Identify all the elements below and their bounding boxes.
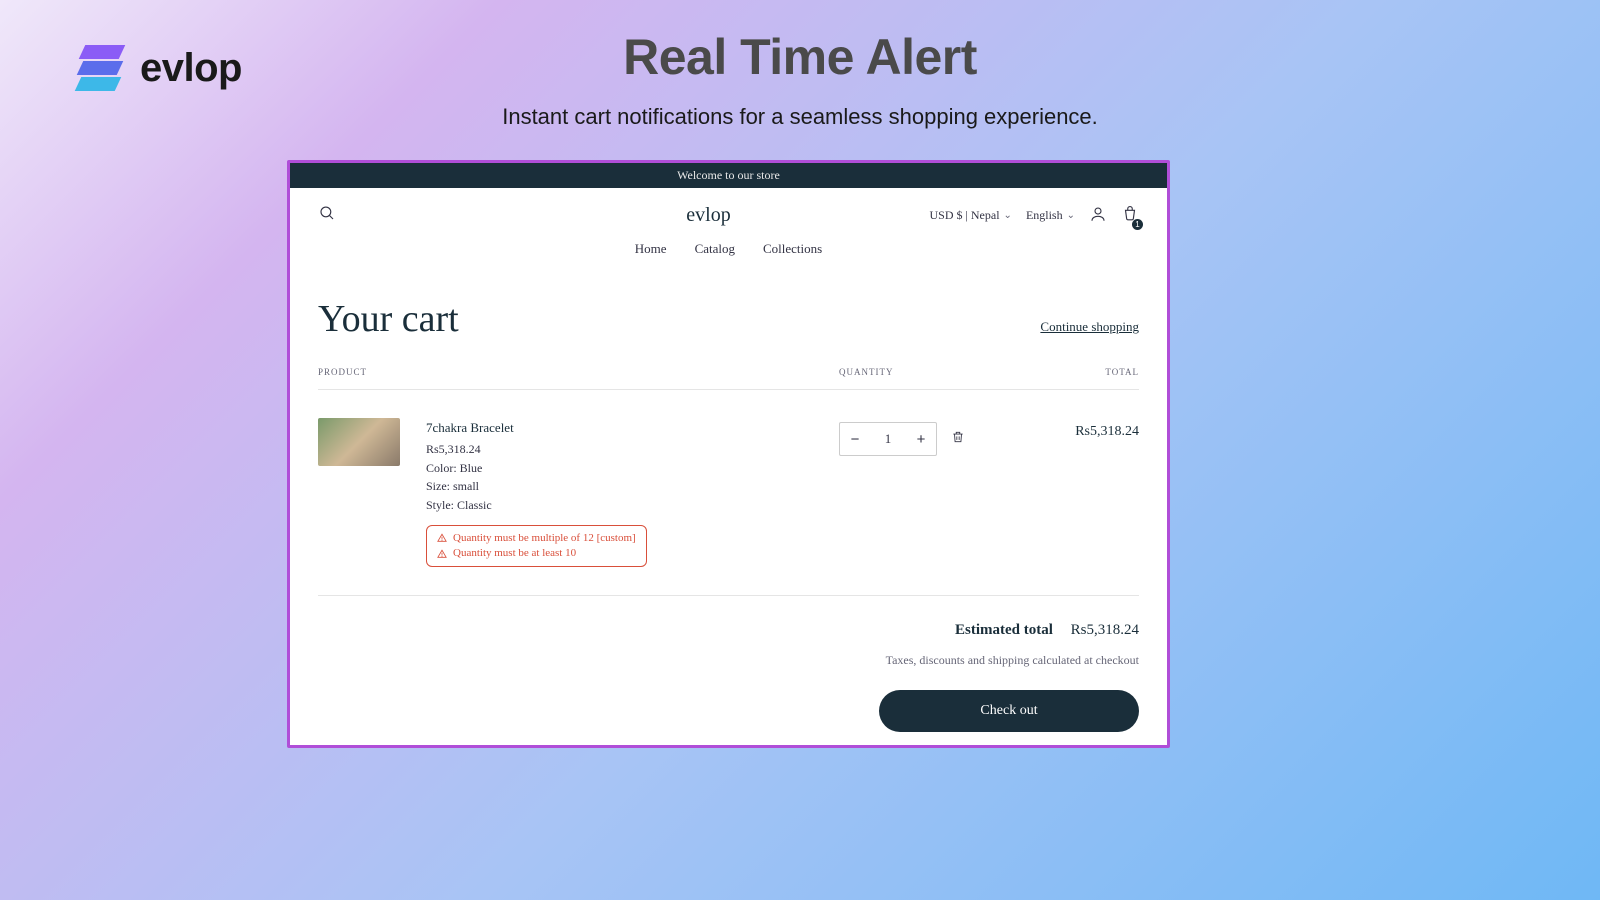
warning-icon [437,533,447,543]
brand-logo-text: evlop [140,46,242,91]
currency-selector[interactable]: USD $ | Nepal ⌄ [929,208,1011,223]
hero-subtitle: Instant cart notifications for a seamles… [502,104,1098,130]
language-selector[interactable]: English ⌄ [1026,208,1075,223]
cart-icon[interactable]: 1 [1121,205,1139,227]
column-quantity: QUANTITY [839,367,1039,377]
evlop-logo-icon [78,38,126,98]
currency-selector-label: USD $ | Nepal [929,208,999,223]
product-name: 7chakra Bracelet [426,418,647,438]
cart-line-item: 7chakra Bracelet Rs5,318.24 Color: Blue … [318,390,1139,596]
warning-icon [437,549,447,559]
product-color: Color: Blue [426,459,647,478]
cart-table-header: PRODUCT QUANTITY TOTAL [318,367,1139,390]
chevron-down-icon: ⌄ [1004,210,1012,221]
estimated-total-value: Rs5,318.24 [1071,622,1139,638]
estimated-total-label: Estimated total [955,622,1053,638]
product-style: Style: Classic [426,496,647,515]
quantity-value: 1 [870,431,906,447]
column-product: PRODUCT [318,367,839,377]
main-nav: Home Catalog Collections [290,227,1167,277]
increment-button[interactable]: + [906,422,936,456]
storefront-screenshot: Welcome to our store evlop USD $ | Nepal… [287,160,1170,748]
cart-summary: Estimated total Rs5,318.24 Taxes, discou… [318,596,1139,748]
alert-message-2: Quantity must be at least 10 [453,546,576,561]
cart-page-title: Your cart [318,297,459,341]
store-header: evlop USD $ | Nepal ⌄ English ⌄ 1 [290,188,1167,227]
chevron-down-icon: ⌄ [1067,210,1075,221]
product-price: Rs5,318.24 [426,440,647,459]
alert-message-1: Quantity must be multiple of 12 [custom] [453,531,636,546]
nav-collections[interactable]: Collections [763,241,822,257]
line-total: Rs5,318.24 [1039,418,1139,567]
remove-item-button[interactable] [951,422,965,449]
search-icon[interactable] [318,204,336,227]
product-size: Size: small [426,477,647,496]
nav-home[interactable]: Home [635,241,667,257]
quantity-stepper: − 1 + [839,422,937,456]
nav-catalog[interactable]: Catalog [695,241,735,257]
cart-badge: 1 [1132,219,1143,230]
continue-shopping-link[interactable]: Continue shopping [1040,319,1139,335]
tax-note: Taxes, discounts and shipping calculated… [318,653,1139,668]
announcement-bar: Welcome to our store [290,163,1167,188]
language-selector-label: English [1026,208,1063,223]
account-icon[interactable] [1089,205,1107,227]
cart-page: Your cart Continue shopping PRODUCT QUAN… [290,277,1167,748]
column-total: TOTAL [1039,367,1139,377]
quantity-alert-box: Quantity must be multiple of 12 [custom]… [426,525,647,568]
hero-title: Real Time Alert [623,28,977,86]
checkout-button[interactable]: Check out [879,690,1139,732]
decrement-button[interactable]: − [840,422,870,456]
brand-logo: evlop [78,38,242,98]
product-thumbnail [318,418,400,466]
store-title: evlop [498,204,919,227]
